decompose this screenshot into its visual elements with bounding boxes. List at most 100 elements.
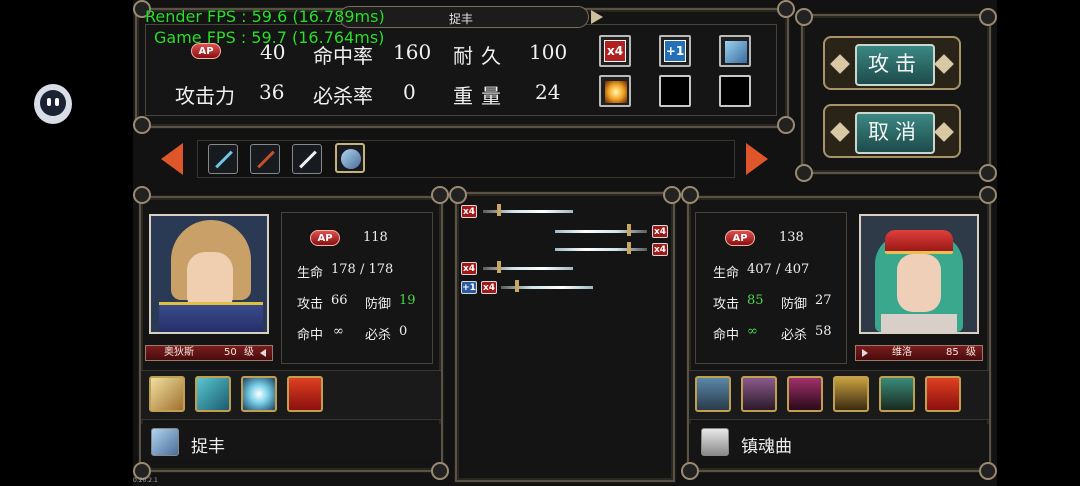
portrait-face bbox=[897, 254, 941, 312]
right-hit-label: 命中 bbox=[713, 328, 740, 343]
left-skill-sword-icon[interactable] bbox=[195, 376, 231, 412]
right-weapon-tome-icon bbox=[701, 428, 729, 456]
sword-icon bbox=[215, 150, 233, 169]
log-hilt-4 bbox=[497, 261, 501, 273]
weapon-title: 捉丰 bbox=[449, 12, 474, 26]
attack-button[interactable]: 攻击 bbox=[823, 36, 961, 90]
right-hp-label: 生命 bbox=[713, 266, 740, 281]
crit-rate-label: 必杀率 bbox=[313, 84, 373, 108]
right-def-value: 27 bbox=[815, 293, 832, 308]
namebar-arrow-icon bbox=[862, 349, 868, 357]
spear-icon bbox=[257, 150, 275, 169]
right-unit-namebar: 维洛 85 级 bbox=[855, 345, 983, 361]
right-skill-face2-icon[interactable] bbox=[741, 376, 777, 412]
attack-value: 36 bbox=[259, 80, 285, 104]
right-atk-label: 攻击 bbox=[713, 297, 740, 312]
log-tag-plus1: +1 bbox=[461, 281, 477, 294]
crit-rate-value: 0 bbox=[403, 80, 416, 104]
right-crit-value: 58 bbox=[815, 324, 832, 339]
portrait-armor bbox=[159, 302, 263, 332]
ability-slot-x4[interactable]: x4 bbox=[599, 35, 631, 67]
title-arrow-right-icon bbox=[591, 10, 603, 24]
right-def-label: 防御 bbox=[781, 297, 808, 312]
right-skill-shield-icon[interactable] bbox=[925, 376, 961, 412]
right-skill-face3-icon[interactable] bbox=[787, 376, 823, 412]
cancel-button-label: 取消 bbox=[855, 112, 935, 154]
left-unit-namebar: 奥狄斯 50 级 bbox=[145, 345, 273, 361]
log-hilt-2 bbox=[627, 224, 631, 236]
left-unit-level: 50 bbox=[224, 347, 237, 358]
ability-slot-empty-2[interactable] bbox=[719, 75, 751, 107]
render-fps-readout: Render FPS : 59.6 (16.789ms) bbox=[145, 7, 385, 26]
left-crit-value: 0 bbox=[399, 324, 408, 339]
right-atk-value: 85 bbox=[747, 293, 764, 308]
log-counter-blade-1 bbox=[555, 230, 647, 233]
version-label: 0.20.2.1 bbox=[133, 477, 158, 484]
log-hilt-3 bbox=[627, 242, 631, 254]
log-tag-x4-3: x4 bbox=[652, 243, 668, 256]
left-ap-value: 118 bbox=[363, 230, 388, 245]
log-hilt-5 bbox=[515, 280, 519, 292]
left-atk-label: 攻击 bbox=[297, 297, 324, 312]
burst-plus-icon bbox=[605, 81, 627, 103]
portrait-collar bbox=[881, 314, 957, 332]
floating-assistant-icon[interactable] bbox=[34, 84, 72, 124]
left-weapon-gauntlet-icon bbox=[151, 428, 179, 456]
left-skill-shield-icon[interactable] bbox=[287, 376, 323, 412]
ability-slot-plus1[interactable]: +1 bbox=[659, 35, 691, 67]
weight-label: 重量 bbox=[453, 84, 509, 108]
right-weapon-name: 镇魂曲 bbox=[741, 437, 792, 457]
battle-log-panel bbox=[454, 191, 676, 483]
prev-weapon-arrow-icon[interactable] bbox=[161, 143, 183, 175]
portrait-headband bbox=[885, 230, 953, 254]
left-ap-badge: AP bbox=[310, 230, 340, 246]
durability-value: 100 bbox=[529, 40, 568, 64]
attack-label: 攻击力 bbox=[175, 84, 235, 108]
hit-rate-value: 160 bbox=[393, 40, 432, 64]
left-hp-label: 生命 bbox=[297, 266, 324, 281]
right-unit-name: 维洛 bbox=[892, 347, 912, 358]
cancel-button[interactable]: 取消 bbox=[823, 104, 961, 158]
left-unit-level-suffix: 级 bbox=[244, 347, 254, 358]
left-hit-label: 命中 bbox=[297, 328, 324, 343]
ability-slot-wand[interactable] bbox=[719, 35, 751, 67]
right-skill-face1-icon[interactable] bbox=[695, 376, 731, 412]
right-unit-level-suffix: 级 bbox=[966, 347, 976, 358]
left-unit-portrait bbox=[149, 214, 269, 334]
left-atk-value: 66 bbox=[331, 293, 348, 308]
left-def-label: 防御 bbox=[365, 297, 392, 312]
gauntlet-icon bbox=[341, 149, 361, 169]
attack-button-label: 攻击 bbox=[855, 44, 935, 86]
right-hp-value: 407 / 407 bbox=[747, 262, 810, 277]
left-weapon-name: 捉丰 bbox=[191, 437, 225, 457]
right-skill-face5-icon[interactable] bbox=[879, 376, 915, 412]
game-screen: 捉丰 AP 40 命中率 160 耐久 100 攻击力 36 必杀率 0 重量 … bbox=[133, 0, 997, 486]
left-unit-name: 奥狄斯 bbox=[164, 347, 194, 358]
namebar-arrow-icon bbox=[260, 349, 266, 357]
weapon-slot-1[interactable] bbox=[208, 144, 238, 174]
ability-slot-burst[interactable] bbox=[599, 75, 631, 107]
weapon-slot-3[interactable] bbox=[292, 144, 322, 174]
right-ap-badge: AP bbox=[725, 230, 755, 246]
log-tag-x4-4: x4 bbox=[461, 262, 477, 275]
weapon-slot-2[interactable] bbox=[250, 144, 280, 174]
left-def-value: 19 bbox=[399, 293, 416, 308]
weight-value: 24 bbox=[535, 80, 561, 104]
log-tag-x4-1: x4 bbox=[461, 205, 477, 218]
left-skill-burst-icon[interactable] bbox=[241, 376, 277, 412]
log-tag-x4-2: x4 bbox=[652, 225, 668, 238]
ability-slot-empty-1[interactable] bbox=[659, 75, 691, 107]
game-fps-readout: Game FPS : 59.7 (16.764ms) bbox=[154, 28, 385, 47]
durability-label: 耐久 bbox=[453, 44, 509, 68]
next-weapon-arrow-icon[interactable] bbox=[746, 143, 768, 175]
plus-one-icon: +1 bbox=[664, 40, 686, 62]
left-hit-value: ∞ bbox=[333, 324, 344, 339]
left-hp-value: 178 / 178 bbox=[331, 262, 394, 277]
weapon-slot-4-selected[interactable] bbox=[335, 143, 365, 173]
right-skill-face4-icon[interactable] bbox=[833, 376, 869, 412]
right-hit-value: ∞ bbox=[747, 324, 758, 339]
right-ap-value: 138 bbox=[779, 230, 804, 245]
blade-icon bbox=[299, 150, 317, 169]
x4-icon: x4 bbox=[604, 40, 626, 62]
left-skill-claw-icon[interactable] bbox=[149, 376, 185, 412]
